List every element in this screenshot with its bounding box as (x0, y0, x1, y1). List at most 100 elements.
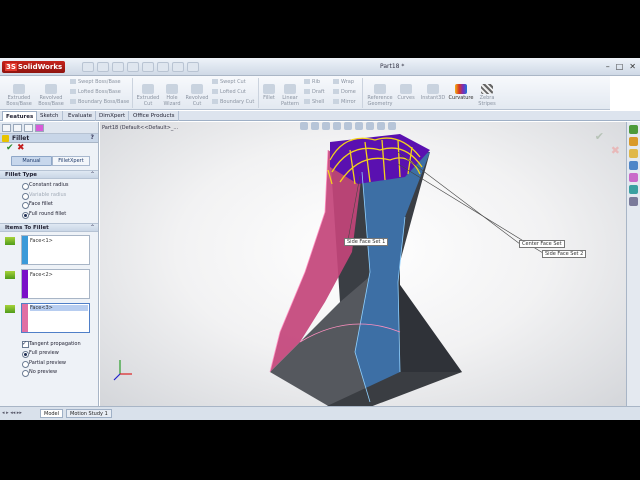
mirror-button[interactable]: Mirror (333, 99, 356, 105)
help-icon[interactable]: ? (91, 134, 94, 141)
linear-pattern-button[interactable]: Linear Pattern (279, 84, 301, 107)
ok-icon[interactable]: ✔ (6, 143, 14, 153)
maximize-icon[interactable]: □ (616, 61, 624, 72)
tab-evaluate[interactable]: Evaluate (65, 111, 97, 121)
face-color-swatch (22, 304, 28, 332)
side-face-set-1-box: Face<1> (0, 235, 98, 266)
property-manager-header: Fillet ? (0, 134, 98, 143)
command-manager: Extruded Boss/Base Revolved Boss/Base Sw… (0, 76, 610, 110)
radio-full-preview[interactable]: Full preview (0, 349, 98, 359)
hole-wizard-button[interactable]: Hole Wizard (161, 84, 183, 107)
items-to-fillet-group-header[interactable]: Items To Fillet ⌃ (0, 223, 98, 232)
center-face-set-box: Face<2> (0, 269, 98, 300)
curvature-button[interactable]: Curvature (447, 84, 475, 101)
side-face-set-1-icon (5, 237, 15, 245)
reference-geometry-button[interactable]: Reference Geometry (364, 84, 396, 107)
boundary-cut-button[interactable]: Boundary Cut (212, 99, 254, 105)
graphics-area[interactable]: Part18 (Default<<Default>_... ✔ ✖ Center… (100, 122, 626, 406)
search-icon[interactable] (629, 161, 638, 170)
undo-icon[interactable] (142, 62, 154, 72)
custom-properties-icon[interactable] (629, 197, 638, 206)
tab-sketch[interactable]: Sketch (37, 111, 63, 121)
radio-variable-radius[interactable]: Variable radius (0, 191, 98, 201)
wrap-button[interactable]: Wrap (333, 79, 354, 85)
center-face-set-callout[interactable]: Center Face Set (519, 240, 565, 248)
center-face-set-list[interactable]: Face<2> (21, 269, 90, 299)
design-library-icon[interactable] (629, 137, 638, 146)
list-item[interactable]: Face<1> (30, 238, 53, 244)
radio-no-preview[interactable]: No preview (0, 368, 98, 378)
appearance-icon[interactable] (35, 124, 44, 132)
instant3d-icon (427, 84, 439, 94)
configuration-icon[interactable] (24, 124, 33, 132)
rib-button[interactable]: Rib (304, 79, 320, 85)
options-icon[interactable] (187, 62, 199, 72)
curves-button[interactable]: Curves (396, 84, 416, 101)
minimize-icon[interactable]: – (606, 61, 610, 72)
file-explorer-icon[interactable] (629, 149, 638, 158)
side-face-set-1-callout[interactable]: Side Face Set 1 (344, 238, 389, 246)
side-face-set-1-list[interactable]: Face<1> (21, 235, 90, 265)
side-face-set-2-list[interactable]: Face<3> (21, 303, 90, 333)
feature-tree-icon[interactable] (2, 124, 11, 132)
select-icon[interactable] (157, 62, 169, 72)
close-icon[interactable]: ✕ (629, 61, 636, 72)
collapse-icon[interactable]: ⌃ (90, 171, 95, 178)
tab-motion-study-1[interactable]: Motion Study 1 (66, 409, 112, 418)
filletxpert-tab[interactable]: FilletXpert (52, 156, 90, 166)
lofted-boss-button[interactable]: Lofted Boss/Base (70, 89, 121, 95)
group-title: Items To Fillet (5, 225, 49, 231)
collapse-icon[interactable]: ⌃ (90, 224, 95, 231)
radio-full-round-fillet[interactable]: Full round fillet (0, 210, 98, 220)
tangent-propagation-checkbox[interactable]: Tangent propagation (0, 339, 98, 349)
extruded-boss-button[interactable]: Extruded Boss/Base (6, 84, 32, 107)
radio-constant-radius[interactable]: Constant radius (0, 181, 98, 191)
window-controls: – □ ✕ (606, 61, 636, 72)
solidworks-logo[interactable]: 3S SolidWorks (2, 61, 66, 73)
radio-face-fillet[interactable]: Face fillet (0, 200, 98, 210)
shell-button[interactable]: Shell (304, 99, 324, 105)
cancel-icon[interactable]: ✖ (17, 143, 25, 153)
rebuild-icon[interactable] (172, 62, 184, 72)
manual-tab[interactable]: Manual (11, 156, 52, 166)
new-icon[interactable] (82, 62, 94, 72)
radio-partial-preview[interactable]: Partial preview (0, 359, 98, 369)
extruded-cut-button[interactable]: Extruded Cut (136, 84, 160, 107)
tab-scroll-arrows[interactable]: ◂ ▸ ◂◂ ▸▸ (2, 410, 22, 416)
revolved-cut-button[interactable]: Revolved Cut (185, 84, 209, 107)
lofted-cut-button[interactable]: Lofted Cut (212, 89, 246, 95)
fillet-property-manager: Fillet ? ✔ ✖ Manual FilletXpert Fillet T… (0, 122, 99, 406)
save-icon[interactable] (112, 62, 124, 72)
document-title: Part18 * (380, 63, 405, 70)
boundary-boss-button[interactable]: Boundary Boss/Base (70, 99, 129, 105)
tab-office-products[interactable]: Office Products (130, 111, 179, 121)
side-face-set-2-callout[interactable]: Side Face Set 2 (542, 250, 587, 258)
swept-cut-button[interactable]: Swept Cut (212, 79, 246, 85)
appearances-icon[interactable] (629, 185, 638, 194)
dome-button[interactable]: Dome (333, 89, 356, 95)
property-manager-icon[interactable] (13, 124, 22, 132)
title-bar: 3S SolidWorks Part18 * – □ ✕ (0, 58, 640, 76)
zebra-stripes-button[interactable]: Zebra Stripes (476, 84, 498, 107)
property-manager-title: Fillet (12, 135, 30, 142)
revolved-boss-button[interactable]: Revolved Boss/Base (37, 84, 65, 107)
list-item[interactable]: Face<2> (30, 272, 53, 278)
instant3d-button[interactable]: Instant3D (420, 84, 446, 101)
extrude-icon (13, 84, 25, 94)
part-model[interactable] (100, 122, 626, 406)
swept-boss-button[interactable]: Swept Boss/Base (70, 79, 121, 85)
list-item[interactable]: Face<3> (30, 305, 53, 311)
cut-extrude-icon (142, 84, 154, 94)
draft-button[interactable]: Draft (304, 89, 325, 95)
view-palette-icon[interactable] (629, 173, 638, 182)
fillet-button[interactable]: Fillet (261, 84, 277, 101)
print-icon[interactable] (127, 62, 139, 72)
curve-icon (400, 84, 412, 94)
fillet-type-group-header[interactable]: Fillet Type ⌃ (0, 170, 98, 179)
tab-features[interactable]: Features (2, 111, 38, 121)
resources-icon[interactable] (629, 125, 638, 134)
mode-switch: Manual FilletXpert (0, 155, 98, 168)
open-icon[interactable] (97, 62, 109, 72)
tab-dimxpert[interactable]: DimXpert (96, 111, 130, 121)
tab-model[interactable]: Model (40, 409, 64, 418)
